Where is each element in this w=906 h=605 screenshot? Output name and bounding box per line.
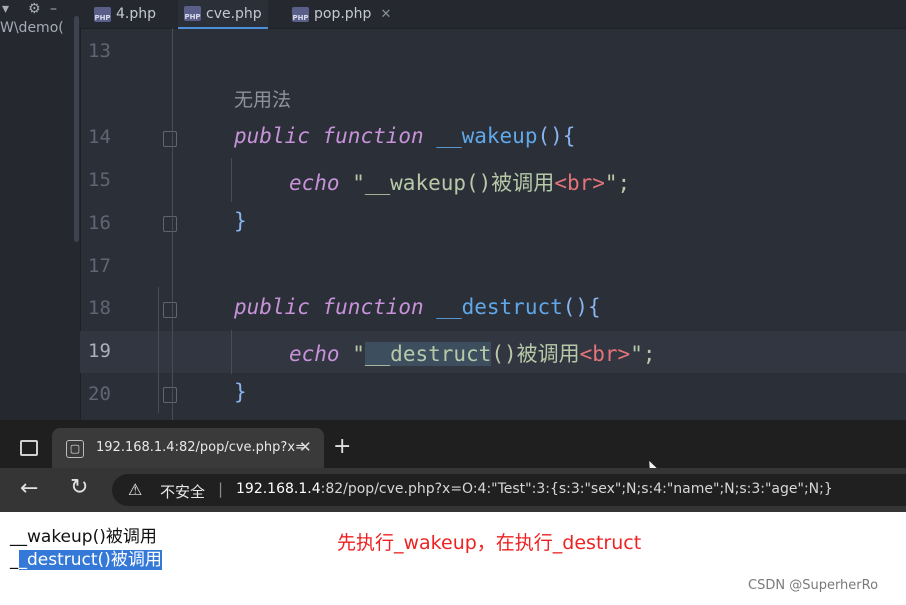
keyword: echo <box>289 342 340 366</box>
brace: (){ <box>537 124 576 148</box>
selected-text: _destruct()被调用 <box>18 550 162 570</box>
browser-toolbar: ← ↻ ⚠ 不安全 | 192.168.1.4:82/pop/cve.php?x… <box>0 468 906 512</box>
fold-marker-icon[interactable] <box>163 216 177 232</box>
indent-guide <box>231 330 232 374</box>
url-host: 192.168.1.4 <box>236 481 321 497</box>
ide-editor: ▾ ⚙ – W\demo( PHP 4.php PHP cve.php PHP … <box>0 0 906 420</box>
keyword: public <box>234 295 310 319</box>
separator: | <box>218 480 224 498</box>
tab-cve-php[interactable]: PHP cve.php <box>178 0 268 29</box>
function-name: __destruct <box>436 295 563 319</box>
php-file-icon: PHP <box>292 6 309 22</box>
project-sidebar: ▾ ⚙ – W\demo( <box>0 0 81 420</box>
keyword: function <box>322 295 424 319</box>
browser-window: ▢ 192.168.1.4:82/pop/cve.php?x=O ✕ + ← ↻… <box>0 420 906 605</box>
tab-label: cve.php <box>206 5 262 22</box>
indent-guide <box>158 287 159 413</box>
browser-tabbar: ▢ 192.168.1.4:82/pop/cve.php?x=O ✕ + <box>0 420 906 481</box>
tab-pop-php[interactable]: PHP pop.php ✕ <box>286 0 397 28</box>
html-tag: <br> <box>579 342 631 366</box>
close-icon[interactable]: ✕ <box>380 7 391 22</box>
usage-hint: 无用法 <box>234 89 292 111</box>
code-line-18[interactable]: public function __destruct(){ <box>234 295 601 319</box>
editor-tabbar: PHP 4.php PHP cve.php PHP pop.php ✕ <box>80 0 906 29</box>
page-icon: ▢ <box>66 440 84 458</box>
code-line-14[interactable]: public function __wakeup(){ <box>234 124 575 148</box>
close-tab-icon[interactable]: ✕ <box>299 438 312 456</box>
line-number-current: 19 <box>88 340 111 362</box>
string: "__wakeup()被调用 <box>352 171 555 195</box>
reload-icon[interactable]: ↻ <box>70 475 88 500</box>
string: " <box>352 342 365 366</box>
url-path: :82/pop/cve.php?x=O:4:"Test":3:{s:3:"sex… <box>320 481 833 497</box>
string: "; <box>604 171 631 195</box>
fold-marker-icon[interactable] <box>163 387 177 403</box>
chevron-up-icon[interactable]: ▾ <box>2 1 9 17</box>
output-prefix: _ <box>10 550 19 570</box>
line-number: 15 <box>88 169 111 191</box>
new-tab-button[interactable]: + <box>333 434 351 459</box>
fold-marker-icon[interactable] <box>163 302 177 318</box>
code-line-16[interactable]: } <box>234 209 247 233</box>
gear-icon[interactable]: ⚙ <box>28 1 41 17</box>
fold-marker-icon[interactable] <box>163 131 177 147</box>
line-number: 16 <box>88 212 111 234</box>
keyword: public <box>234 124 310 148</box>
function-name: __wakeup <box>436 124 538 148</box>
code-line-19[interactable]: echo "__destruct()被调用<br>"; <box>289 338 656 368</box>
line-number: 17 <box>88 255 111 277</box>
keyword: function <box>322 124 424 148</box>
line-number: 20 <box>88 383 111 405</box>
security-label[interactable]: 不安全 <box>160 481 205 502</box>
browser-tab[interactable]: ▢ 192.168.1.4:82/pop/cve.php?x=O ✕ <box>52 428 324 468</box>
annotation-text: 先执行_wakeup，在执行_destruct <box>337 532 642 554</box>
keyword: echo <box>289 171 340 195</box>
tab-4-php[interactable]: PHP 4.php <box>88 0 162 28</box>
highlighted-identifier: __destruct <box>364 342 492 366</box>
tab-actions-icon[interactable] <box>20 440 38 456</box>
minimize-icon[interactable]: – <box>50 1 57 17</box>
watermark: CSDN @SuperherRo <box>748 578 879 593</box>
output-line-1: __wakeup()被调用 <box>10 527 157 547</box>
browser-tab-title: 192.168.1.4:82/pop/cve.php?x=O <box>96 440 306 455</box>
output-line-2: __destruct()被调用 <box>10 545 162 570</box>
page-content: __wakeup()被调用 __destruct()被调用 先执行_wakeup… <box>0 512 906 605</box>
indent-guide <box>231 158 232 202</box>
string: "; <box>630 342 656 366</box>
back-arrow-icon[interactable]: ← <box>20 476 38 501</box>
code-line-20[interactable]: } <box>234 380 247 404</box>
code-line-15[interactable]: echo "__wakeup()被调用<br>"; <box>289 167 630 197</box>
tab-label: pop.php <box>314 6 372 22</box>
url-text[interactable]: 192.168.1.4:82/pop/cve.php?x=O:4:"Test":… <box>236 481 833 497</box>
string: ()被调用 <box>491 342 580 366</box>
sidebar-toolbar: ▾ ⚙ – <box>0 0 80 22</box>
php-file-icon: PHP <box>94 6 111 22</box>
php-file-icon: PHP <box>184 6 201 21</box>
line-number: 18 <box>88 297 111 319</box>
warning-icon[interactable]: ⚠ <box>128 480 142 499</box>
indent-guide <box>172 28 173 420</box>
tab-label: 4.php <box>116 6 157 22</box>
line-number: 14 <box>88 126 111 148</box>
brace: (){ <box>562 295 601 319</box>
sidebar-scrollbar[interactable] <box>74 16 79 242</box>
address-bar[interactable]: ⚠ 不安全 | 192.168.1.4:82/pop/cve.php?x=O:4… <box>112 474 906 506</box>
line-number: 13 <box>88 40 111 62</box>
html-tag: <br> <box>554 171 605 195</box>
project-path[interactable]: W\demo( <box>0 20 64 36</box>
